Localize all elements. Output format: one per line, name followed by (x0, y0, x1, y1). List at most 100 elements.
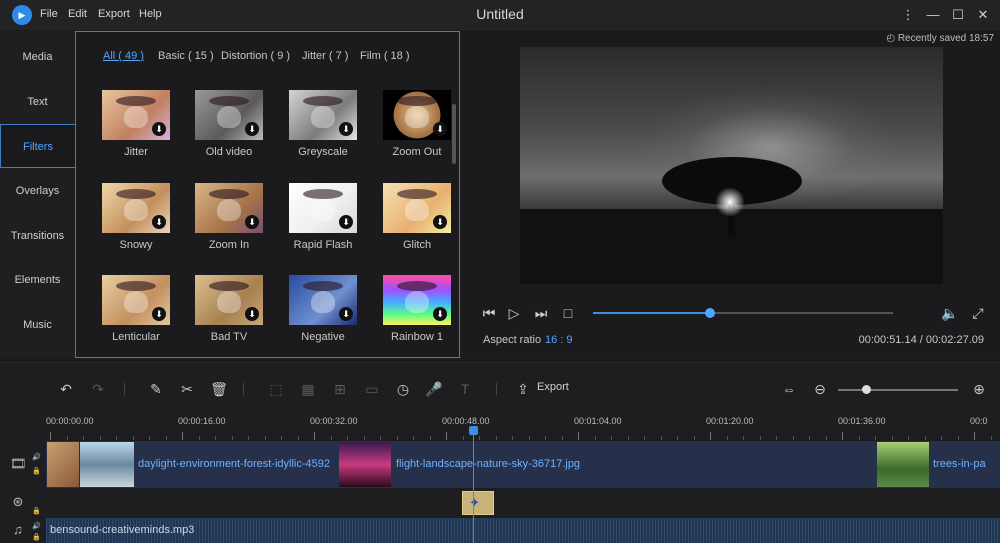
menu-help[interactable]: Help (139, 8, 162, 20)
filter-effect-clip[interactable]: ✦ (462, 491, 494, 515)
download-icon[interactable]: ⬇ (152, 307, 166, 321)
export-icon[interactable]: ⇪ (513, 379, 533, 399)
filter-tile[interactable]: ⬇ Zoom Out (383, 90, 451, 166)
filter-thumbnail[interactable]: ⬇ (102, 275, 170, 325)
filter-tile[interactable]: ⬇ Glitch (383, 183, 451, 259)
fit-width-icon[interactable]: ⇔ (779, 379, 799, 399)
filter-thumbnail[interactable]: ⬇ (383, 275, 451, 325)
filter-thumbnail[interactable]: ⬇ (383, 183, 451, 233)
nav-overlays[interactable]: Overlays (0, 169, 75, 213)
mosaic-icon[interactable]: ▦ (298, 379, 318, 399)
filter-tile[interactable]: ⬇ Rainbow 1 (383, 275, 451, 351)
fullscreen-icon[interactable]: ⤢ (969, 304, 987, 322)
text-to-speech-icon[interactable]: T (455, 379, 475, 399)
filter-tile[interactable]: ⬇ Snowy (102, 183, 170, 259)
clip-thumbnail[interactable] (47, 442, 79, 487)
menu-file[interactable]: File (40, 8, 58, 20)
mask-icon[interactable]: ▭ (362, 379, 382, 399)
pip-icon[interactable]: ⊞ (330, 379, 350, 399)
tab-distortion[interactable]: Distortion ( 9 ) (221, 50, 290, 62)
download-icon[interactable]: ⬇ (339, 307, 353, 321)
microphone-icon[interactable]: 🎤 (424, 379, 444, 399)
panel-scrollbar[interactable] (452, 104, 456, 164)
download-icon[interactable]: ⬇ (152, 215, 166, 229)
filter-thumbnail[interactable]: ⬇ (195, 275, 263, 325)
video-track[interactable]: daylight-environment-forest-idyllic-4592… (46, 441, 1000, 488)
scissors-icon[interactable]: ✂ (177, 379, 197, 399)
filter-thumbnail[interactable]: ⬇ (195, 90, 263, 140)
export-button[interactable]: Export (537, 381, 569, 393)
download-icon[interactable]: ⬇ (245, 122, 259, 136)
timeline-ruler[interactable]: 00:00:00.00 00:00:16.00 00:00:32.00 00:00:4… (0, 412, 1000, 440)
filter-thumbnail[interactable]: ⬇ (289, 275, 357, 325)
filter-thumbnail[interactable]: ⬇ (102, 90, 170, 140)
download-icon[interactable]: ⬇ (152, 122, 166, 136)
filter-tile[interactable]: ⬇ Jitter (102, 90, 170, 166)
clip-thumbnail[interactable] (80, 442, 134, 487)
crop-icon[interactable]: ⬚ (266, 379, 286, 399)
filter-tile[interactable]: ⬇ Bad TV (195, 275, 263, 351)
undo-icon[interactable]: ↶ (56, 379, 76, 399)
edit-pencil-icon[interactable]: ✎ (146, 379, 166, 399)
download-icon[interactable]: ⬇ (433, 215, 447, 229)
filter-tile[interactable]: ⬇ Lenticular (102, 275, 170, 351)
filter-thumbnail[interactable]: ⬇ (195, 183, 263, 233)
stop-icon[interactable]: □ (559, 304, 577, 322)
aspect-ratio-value[interactable]: 16 : 9 (545, 334, 573, 346)
track-lock-icon[interactable]: 🔒 (32, 467, 41, 475)
track-lock-icon[interactable]: 🔒 (32, 507, 41, 515)
nav-text[interactable]: Text (0, 80, 75, 124)
zoom-slider[interactable] (838, 385, 958, 394)
playhead-handle[interactable] (469, 426, 478, 435)
tab-all[interactable]: All ( 49 ) (103, 50, 144, 62)
nav-music[interactable]: Music (0, 303, 75, 347)
track-mute-icon[interactable]: 🔊 (32, 453, 41, 461)
speed-clock-icon[interactable]: ◷ (393, 379, 413, 399)
filter-thumbnail[interactable]: ⬇ (383, 90, 451, 140)
volume-icon[interactable]: 🔈 (941, 304, 959, 322)
effect-track[interactable]: ✦ (46, 489, 1000, 517)
filter-thumbnail[interactable]: ⬇ (102, 183, 170, 233)
menu-export[interactable]: Export (98, 8, 130, 20)
maximize-button[interactable]: ☐ (947, 4, 969, 26)
nav-media[interactable]: Media (0, 35, 75, 79)
playback-progress-handle[interactable] (705, 308, 715, 318)
step-back-icon[interactable]: ⏮ (480, 304, 498, 322)
clip-thumbnail[interactable] (339, 442, 391, 487)
playback-progress[interactable] (593, 308, 893, 318)
tab-basic[interactable]: Basic ( 15 ) (158, 50, 214, 62)
download-icon[interactable]: ⬇ (433, 307, 447, 321)
trash-icon[interactable]: 🗑 (209, 379, 229, 399)
download-icon[interactable]: ⬇ (339, 122, 353, 136)
play-icon[interactable]: ▷ (505, 304, 523, 322)
track-mute-icon[interactable]: 🔊 (32, 522, 41, 530)
filter-thumbnail[interactable]: ⬇ (289, 90, 357, 140)
tab-jitter[interactable]: Jitter ( 7 ) (302, 50, 348, 62)
filter-tile[interactable]: ⬇ Old video (195, 90, 263, 166)
download-icon[interactable]: ⬇ (245, 307, 259, 321)
download-icon[interactable]: ⬇ (339, 215, 353, 229)
close-button[interactable]: ✕ (972, 4, 994, 26)
filter-tile[interactable]: ⬇ Negative (289, 275, 357, 351)
nav-transitions[interactable]: Transitions (0, 214, 75, 258)
filter-tile[interactable]: ⬇ Greyscale (289, 90, 357, 166)
audio-track[interactable]: bensound-creativeminds.mp3 (46, 518, 1000, 543)
more-options-icon[interactable]: ⋮ (897, 4, 919, 26)
minimize-button[interactable]: — (922, 4, 944, 26)
nav-filters[interactable]: Filters (0, 124, 75, 168)
download-icon[interactable]: ⬇ (245, 215, 259, 229)
download-icon[interactable]: ⬇ (433, 122, 447, 136)
filter-tile[interactable]: ⬇ Zoom In (195, 183, 263, 259)
filter-tile[interactable]: ⬇ Rapid Flash (289, 183, 357, 259)
clip-thumbnail[interactable] (877, 442, 929, 487)
zoom-slider-handle[interactable] (861, 385, 871, 394)
nav-elements[interactable]: Elements (0, 258, 75, 302)
step-forward-icon[interactable]: ⏭ (532, 304, 550, 322)
filter-thumbnail[interactable]: ⬇ (289, 183, 357, 233)
zoom-in-icon[interactable]: ⊕ (969, 379, 989, 399)
track-lock-icon[interactable]: 🔒 (32, 533, 41, 541)
tab-film[interactable]: Film ( 18 ) (360, 50, 410, 62)
zoom-out-icon[interactable]: ⊖ (810, 379, 830, 399)
redo-icon[interactable]: ↷ (88, 379, 108, 399)
video-preview[interactable] (520, 47, 943, 284)
